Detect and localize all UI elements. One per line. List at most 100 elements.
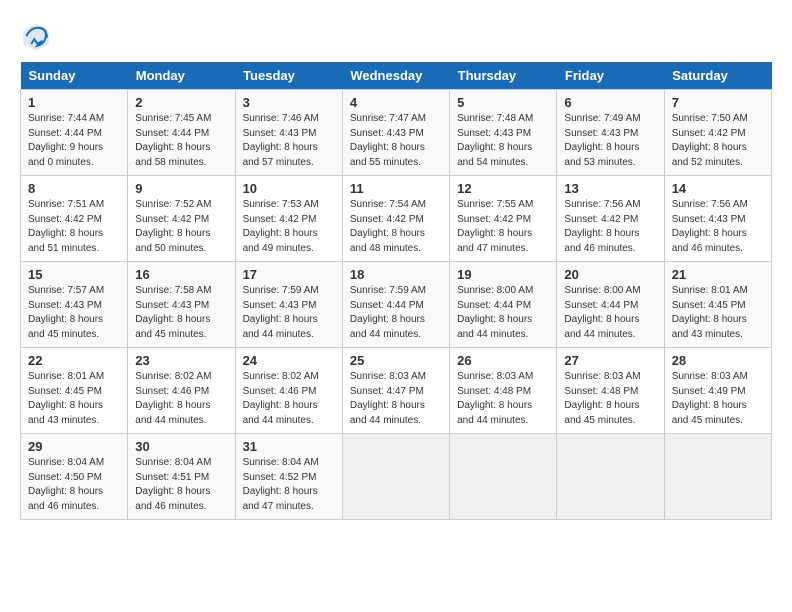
calendar-cell: [664, 434, 771, 520]
calendar-cell: 4 Sunrise: 7:47 AMSunset: 4:43 PMDaylight…: [342, 90, 449, 176]
day-number: 30: [135, 439, 227, 454]
day-info: Sunrise: 7:52 AMSunset: 4:42 PMDaylight:…: [135, 198, 227, 256]
day-number: 1: [28, 95, 120, 110]
page-header: [20, 20, 772, 52]
calendar-cell: 12 Sunrise: 7:55 AMSunset: 4:42 PMDayligh…: [450, 176, 557, 262]
calendar-week-row: 15 Sunrise: 7:57 AMSunset: 4:43 PMDayligh…: [21, 262, 772, 348]
calendar-cell: 7 Sunrise: 7:50 AMSunset: 4:42 PMDaylight…: [664, 90, 771, 176]
day-info: Sunrise: 7:59 AMSunset: 4:44 PMDaylight:…: [350, 284, 442, 342]
day-number: 6: [564, 95, 656, 110]
calendar-table: SundayMondayTuesdayWednesdayThursdayFrid…: [20, 62, 772, 520]
calendar-cell: 6 Sunrise: 7:49 AMSunset: 4:43 PMDaylight…: [557, 90, 664, 176]
calendar-cell: 13Sunrise: 7:56 AMSunset: 4:42 PMDayligh…: [557, 176, 664, 262]
calendar-week-row: 1 Sunrise: 7:44 AMSunset: 4:44 PMDaylight…: [21, 90, 772, 176]
day-info: Sunrise: 7:59 AMSunset: 4:43 PMDaylight:…: [243, 284, 335, 342]
day-info: Sunrise: 8:04 AMSunset: 4:50 PMDaylight:…: [28, 456, 120, 514]
day-number: 22: [28, 353, 120, 368]
day-info: Sunrise: 7:56 AMSunset: 4:43 PMDaylight:…: [672, 198, 764, 256]
calendar-header-row: SundayMondayTuesdayWednesdayThursdayFrid…: [21, 62, 772, 90]
day-info: Sunrise: 8:00 AMSunset: 4:44 PMDaylight:…: [457, 284, 549, 342]
calendar-cell: 1 Sunrise: 7:44 AMSunset: 4:44 PMDaylight…: [21, 90, 128, 176]
day-info: Sunrise: 8:00 AMSunset: 4:44 PMDaylight:…: [564, 284, 656, 342]
day-info: Sunrise: 7:50 AMSunset: 4:42 PMDaylight:…: [672, 112, 764, 170]
weekday-header-wednesday: Wednesday: [342, 62, 449, 90]
calendar-cell: 2Sunrise: 7:45 AMSunset: 4:44 PMDaylight…: [128, 90, 235, 176]
calendar-cell: 19 Sunrise: 8:00 AMSunset: 4:44 PMDayligh…: [450, 262, 557, 348]
day-number: 16: [135, 267, 227, 282]
calendar-week-row: 8 Sunrise: 7:51 AMSunset: 4:42 PMDaylight…: [21, 176, 772, 262]
calendar-cell: 30 Sunrise: 8:04 AMSunset: 4:51 PMDayligh…: [128, 434, 235, 520]
day-info: Sunrise: 7:44 AMSunset: 4:44 PMDaylight:…: [28, 112, 120, 170]
day-info: Sunrise: 8:03 AMSunset: 4:47 PMDaylight:…: [350, 370, 442, 428]
calendar-cell: 31 Sunrise: 8:04 AMSunset: 4:52 PMDayligh…: [235, 434, 342, 520]
day-number: 27: [564, 353, 656, 368]
weekday-header-monday: Monday: [128, 62, 235, 90]
day-number: 12: [457, 181, 549, 196]
calendar-cell: 22 Sunrise: 8:01 AMSunset: 4:45 PMDayligh…: [21, 348, 128, 434]
calendar-cell: 23 Sunrise: 8:02 AMSunset: 4:46 PMDayligh…: [128, 348, 235, 434]
day-number: 7: [672, 95, 764, 110]
day-number: 4: [350, 95, 442, 110]
day-number: 13: [564, 181, 656, 196]
logo: [20, 20, 56, 52]
calendar-cell: 3Sunrise: 7:46 AMSunset: 4:43 PMDaylight…: [235, 90, 342, 176]
weekday-header-tuesday: Tuesday: [235, 62, 342, 90]
calendar-week-row: 29 Sunrise: 8:04 AMSunset: 4:50 PMDayligh…: [21, 434, 772, 520]
calendar-cell: 16 Sunrise: 7:58 AMSunset: 4:43 PMDayligh…: [128, 262, 235, 348]
day-info: Sunrise: 7:54 AMSunset: 4:42 PMDaylight:…: [350, 198, 442, 256]
day-number: 10: [243, 181, 335, 196]
day-info: Sunrise: 7:49 AMSunset: 4:43 PMDaylight:…: [564, 112, 656, 170]
day-info: Sunrise: 7:51 AMSunset: 4:42 PMDaylight:…: [28, 198, 120, 256]
day-info: Sunrise: 8:03 AMSunset: 4:49 PMDaylight:…: [672, 370, 764, 428]
calendar-cell: 20 Sunrise: 8:00 AMSunset: 4:44 PMDayligh…: [557, 262, 664, 348]
calendar-cell: 15 Sunrise: 7:57 AMSunset: 4:43 PMDayligh…: [21, 262, 128, 348]
day-info: Sunrise: 7:55 AMSunset: 4:42 PMDaylight:…: [457, 198, 549, 256]
day-number: 9: [135, 181, 227, 196]
calendar-cell: 28 Sunrise: 8:03 AMSunset: 4:49 PMDayligh…: [664, 348, 771, 434]
day-number: 20: [564, 267, 656, 282]
day-number: 23: [135, 353, 227, 368]
calendar-cell: 11 Sunrise: 7:54 AMSunset: 4:42 PMDayligh…: [342, 176, 449, 262]
day-info: Sunrise: 7:47 AMSunset: 4:43 PMDaylight:…: [350, 112, 442, 170]
day-info: Sunrise: 8:03 AMSunset: 4:48 PMDaylight:…: [564, 370, 656, 428]
day-number: 19: [457, 267, 549, 282]
day-info: Sunrise: 7:53 AMSunset: 4:42 PMDaylight:…: [243, 198, 335, 256]
calendar-cell: [450, 434, 557, 520]
day-number: 11: [350, 181, 442, 196]
day-number: 24: [243, 353, 335, 368]
day-info: Sunrise: 8:04 AMSunset: 4:51 PMDaylight:…: [135, 456, 227, 514]
day-number: 26: [457, 353, 549, 368]
calendar-cell: 27 Sunrise: 8:03 AMSunset: 4:48 PMDayligh…: [557, 348, 664, 434]
calendar-cell: 5Sunrise: 7:48 AMSunset: 4:43 PMDaylight…: [450, 90, 557, 176]
weekday-header-friday: Friday: [557, 62, 664, 90]
day-number: 21: [672, 267, 764, 282]
calendar-cell: [342, 434, 449, 520]
day-number: 8: [28, 181, 120, 196]
day-info: Sunrise: 7:48 AMSunset: 4:43 PMDaylight:…: [457, 112, 549, 170]
calendar-cell: 18Sunrise: 7:59 AMSunset: 4:44 PMDayligh…: [342, 262, 449, 348]
day-number: 2: [135, 95, 227, 110]
day-info: Sunrise: 8:02 AMSunset: 4:46 PMDaylight:…: [243, 370, 335, 428]
weekday-header-saturday: Saturday: [664, 62, 771, 90]
calendar-cell: [557, 434, 664, 520]
day-info: Sunrise: 8:01 AMSunset: 4:45 PMDaylight:…: [672, 284, 764, 342]
day-info: Sunrise: 8:04 AMSunset: 4:52 PMDaylight:…: [243, 456, 335, 514]
calendar-cell: 24 Sunrise: 8:02 AMSunset: 4:46 PMDayligh…: [235, 348, 342, 434]
day-info: Sunrise: 7:58 AMSunset: 4:43 PMDaylight:…: [135, 284, 227, 342]
logo-icon: [20, 20, 52, 52]
day-info: Sunrise: 8:02 AMSunset: 4:46 PMDaylight:…: [135, 370, 227, 428]
calendar-cell: 9 Sunrise: 7:52 AMSunset: 4:42 PMDaylight…: [128, 176, 235, 262]
day-number: 28: [672, 353, 764, 368]
calendar-cell: 17Sunrise: 7:59 AMSunset: 4:43 PMDayligh…: [235, 262, 342, 348]
calendar-cell: 10 Sunrise: 7:53 AMSunset: 4:42 PMDayligh…: [235, 176, 342, 262]
calendar-cell: 8 Sunrise: 7:51 AMSunset: 4:42 PMDaylight…: [21, 176, 128, 262]
day-number: 15: [28, 267, 120, 282]
weekday-header-sunday: Sunday: [21, 62, 128, 90]
day-info: Sunrise: 7:57 AMSunset: 4:43 PMDaylight:…: [28, 284, 120, 342]
day-number: 14: [672, 181, 764, 196]
day-info: Sunrise: 8:01 AMSunset: 4:45 PMDaylight:…: [28, 370, 120, 428]
calendar-cell: 21 Sunrise: 8:01 AMSunset: 4:45 PMDayligh…: [664, 262, 771, 348]
calendar-cell: 25Sunrise: 8:03 AMSunset: 4:47 PMDayligh…: [342, 348, 449, 434]
day-number: 31: [243, 439, 335, 454]
day-number: 29: [28, 439, 120, 454]
